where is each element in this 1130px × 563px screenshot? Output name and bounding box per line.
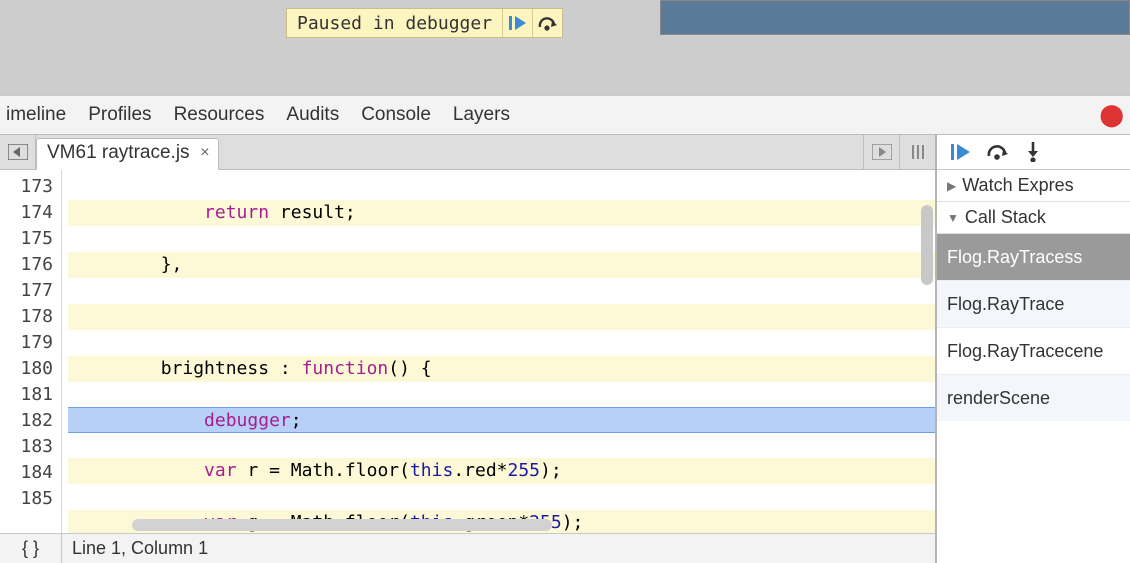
line-number: 182 [0, 408, 53, 434]
drawer-toggle[interactable] [899, 135, 935, 169]
line-number: 173 [0, 174, 53, 200]
step-into-button[interactable] [1025, 142, 1041, 162]
navigator-toggle[interactable] [0, 135, 36, 169]
lines-icon [910, 144, 926, 160]
line-number: 185 [0, 486, 53, 512]
expand-right-icon: ▶ [947, 179, 956, 193]
braces-icon: { } [22, 538, 39, 559]
editor-statusbar: { } Line 1, Column 1 [0, 533, 935, 563]
code-line: var r = Math.floor(this.red*255); [68, 458, 935, 484]
execution-line: debugger; [68, 407, 935, 433]
horizontal-scrollbar[interactable] [132, 519, 552, 531]
line-number: 178 [0, 304, 53, 330]
devtools-tabs: imeline Profiles Resources Audits Consol… [0, 95, 1130, 135]
line-gutter: 173 174 175 176 177 178 179 180 181 182 … [0, 170, 62, 533]
callstack-frame[interactable]: renderScene [937, 374, 1130, 421]
pretty-print-button[interactable]: { } [0, 534, 62, 563]
debugger-toolbar [937, 135, 1130, 170]
watch-label: Watch Expres [962, 175, 1073, 196]
callstack-label: Call Stack [965, 207, 1046, 228]
close-tab-icon[interactable]: × [200, 144, 209, 162]
callstack-section-header[interactable]: ▼ Call Stack [937, 202, 1130, 234]
sources-pane: VM61 raytrace.js × 173 174 175 176 177 1… [0, 135, 937, 563]
line-number: 184 [0, 460, 53, 486]
editor-tabstrip: VM61 raytrace.js × [0, 135, 935, 170]
step-over-button[interactable] [532, 9, 562, 37]
code-editor[interactable]: 173 174 175 176 177 178 179 180 181 182 … [0, 170, 935, 533]
tab-console[interactable]: Console [361, 104, 431, 126]
code-line: brightness : function() { [68, 356, 935, 382]
code-line: }, [68, 252, 935, 278]
step-over-icon [538, 15, 558, 31]
step-into-icon [1025, 142, 1041, 162]
nav-left-icon [8, 144, 28, 160]
resume-icon [509, 15, 527, 31]
line-number: 174 [0, 200, 53, 226]
debugger-sidebar: ▶ Watch Expres ▼ Call Stack Flog.RayTrac… [937, 135, 1130, 563]
tab-timeline[interactable]: imeline [6, 104, 66, 126]
nav-right-icon [872, 144, 892, 160]
step-over-icon [987, 143, 1009, 161]
code-lines: return result; }, brightness : function(… [62, 170, 935, 533]
callstack-frame-current[interactable]: Flog.RayTracess [937, 234, 1130, 280]
callstack-frame[interactable]: Flog.RayTrace [937, 280, 1130, 327]
resume-button[interactable] [951, 143, 971, 161]
file-tab[interactable]: VM61 raytrace.js × [36, 138, 219, 170]
code-line: return result; [68, 200, 935, 226]
tab-layers[interactable]: Layers [453, 104, 510, 126]
paused-label: Paused in debugger [287, 9, 502, 38]
line-number: 176 [0, 252, 53, 278]
page-viewport: Paused in debugger [0, 0, 1130, 95]
cursor-position: Line 1, Column 1 [62, 538, 208, 559]
page-content-box [660, 0, 1130, 35]
code-column: return result; }, brightness : function(… [62, 170, 935, 533]
callstack-frame[interactable]: Flog.RayTracecene [937, 327, 1130, 374]
line-number: 181 [0, 382, 53, 408]
tab-audits[interactable]: Audits [286, 104, 339, 126]
vertical-scrollbar[interactable] [921, 205, 933, 285]
watch-section-header[interactable]: ▶ Watch Expres [937, 170, 1130, 202]
resume-button[interactable] [502, 9, 532, 37]
line-number: 179 [0, 330, 53, 356]
code-line [68, 304, 935, 330]
expand-down-icon: ▼ [947, 211, 959, 225]
resume-icon [951, 143, 971, 161]
line-number: 180 [0, 356, 53, 382]
line-number: 183 [0, 434, 53, 460]
paused-overlay: Paused in debugger [286, 8, 563, 38]
close-icon[interactable]: ⬤ [1099, 102, 1124, 128]
tab-profiles[interactable]: Profiles [88, 104, 151, 126]
file-tab-label: VM61 raytrace.js [47, 142, 190, 163]
line-number: 175 [0, 226, 53, 252]
line-number: 177 [0, 278, 53, 304]
debugger-toggle[interactable] [863, 135, 899, 169]
step-over-button[interactable] [987, 143, 1009, 161]
main-split: VM61 raytrace.js × 173 174 175 176 177 1… [0, 135, 1130, 563]
tab-resources[interactable]: Resources [174, 104, 265, 126]
